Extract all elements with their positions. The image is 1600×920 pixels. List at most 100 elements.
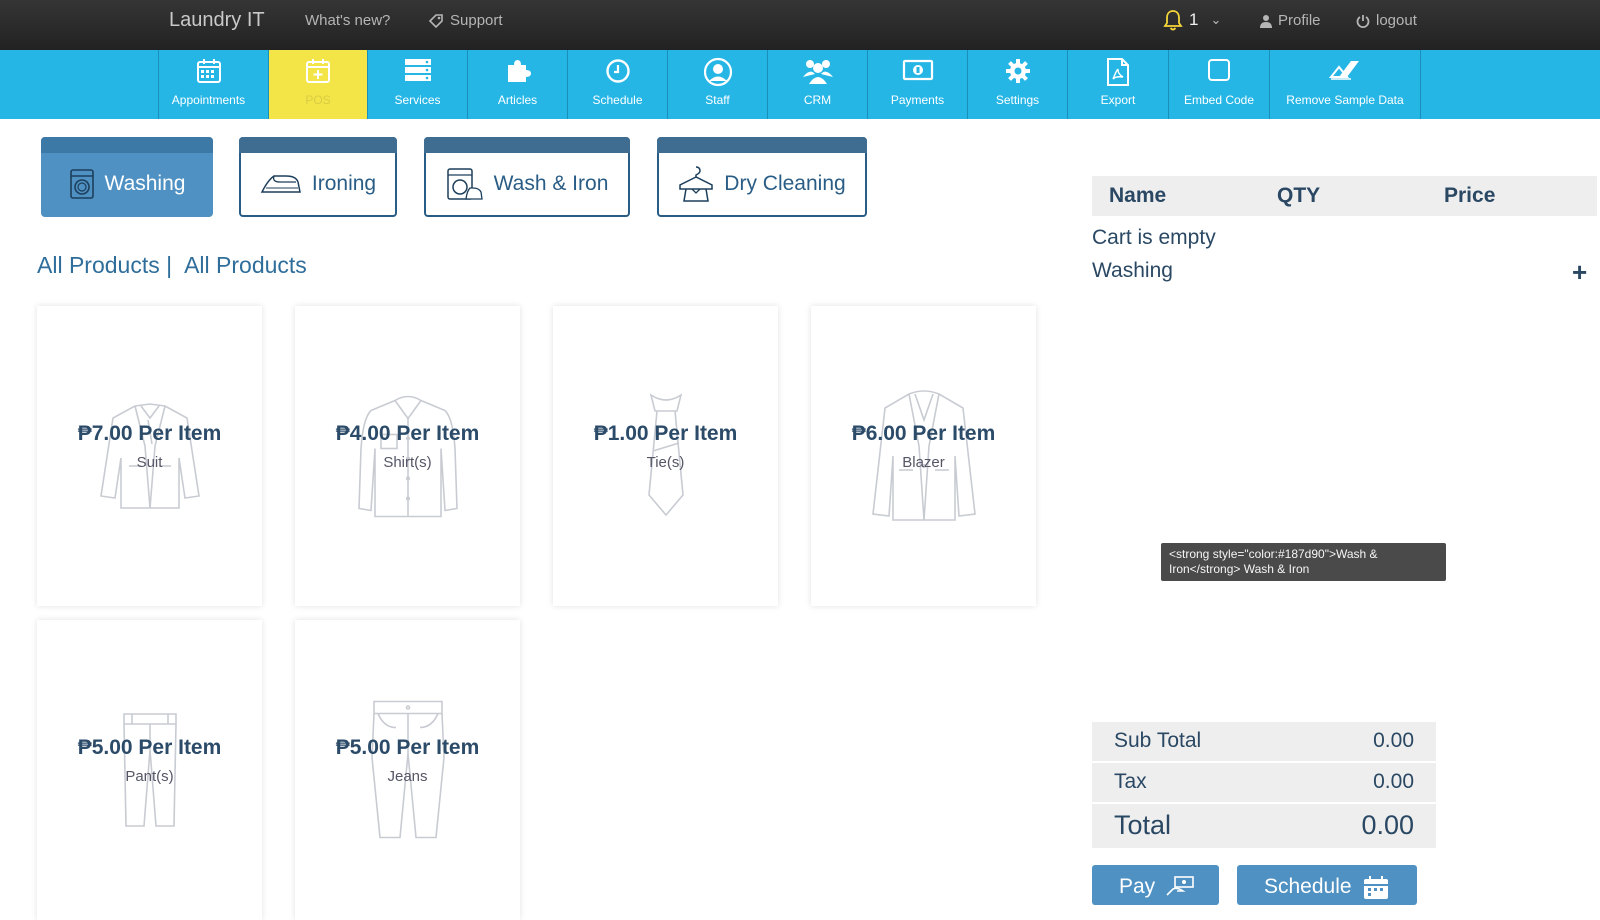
- product-price: ₱1.00 Per Item: [593, 422, 738, 445]
- breadcrumb-current[interactable]: All Products: [184, 252, 307, 279]
- product-name: Jeans: [387, 768, 428, 785]
- category-tab-dry-cleaning[interactable]: Dry Cleaning: [657, 137, 867, 217]
- square-icon: [1208, 59, 1230, 81]
- tooltip: <strong style="color:#187d90">Wash & Iro…: [1161, 543, 1446, 581]
- profile-link[interactable]: Profile: [1260, 12, 1321, 29]
- iron-icon: [260, 175, 301, 193]
- whats-new-label: What's new?: [305, 12, 391, 29]
- category-label: Dry Cleaning: [724, 172, 846, 195]
- dry-cleaning-icon: [679, 166, 714, 202]
- logout-link[interactable]: logout: [1356, 12, 1417, 29]
- cart-col-price: Price: [1444, 184, 1496, 207]
- product-price: ₱6.00 Per Item: [851, 422, 996, 445]
- cart-header: Name QTY Price: [1092, 176, 1597, 216]
- product-name: Pant(s): [125, 768, 174, 785]
- cart-empty-text: Cart is empty: [1092, 226, 1216, 249]
- pdf-icon: [1107, 58, 1129, 86]
- breadcrumb: All Products | All Products: [37, 252, 307, 279]
- category-tab-wash-iron[interactable]: Wash & Iron: [424, 137, 630, 217]
- nav-payments[interactable]: Payments: [867, 50, 967, 119]
- add-item-button[interactable]: +: [1572, 257, 1587, 288]
- cart-col-qty: QTY: [1277, 184, 1321, 207]
- support-link[interactable]: Support: [428, 12, 503, 29]
- nav-label: Staff: [705, 93, 730, 107]
- puzzle-icon: [507, 60, 531, 82]
- nav-label: Payments: [890, 93, 945, 107]
- nav-pos[interactable]: POS: [268, 50, 367, 119]
- nav-label: Export: [1100, 93, 1136, 107]
- users-icon: [802, 60, 833, 84]
- clock-icon: [605, 59, 630, 83]
- tax-label: Tax: [1114, 770, 1147, 793]
- top-bar: Laundry IT What's new? Support 1 ⌄ Profi…: [0, 0, 1600, 50]
- product-card-jeans[interactable]: ₱5.00 Per Item Jeans: [295, 620, 520, 920]
- chevron-down-icon: ⌄: [1210, 12, 1222, 27]
- nav-staff[interactable]: Staff: [667, 50, 767, 119]
- product-card-shirt[interactable]: ₱4.00 Per Item Shirt(s): [295, 306, 520, 606]
- user-circle-icon: [703, 57, 732, 87]
- pay-label: Pay: [1119, 875, 1156, 898]
- calendar-icon: [1363, 876, 1388, 899]
- nav-label: CRM: [803, 93, 832, 107]
- calendar-icon: [196, 59, 221, 83]
- pay-button[interactable]: Pay: [1092, 865, 1219, 905]
- list-icon: [404, 59, 431, 81]
- product-price: ₱5.00 Per Item: [77, 736, 222, 759]
- logout-label: logout: [1376, 12, 1417, 29]
- subtotal-value: 0.00: [1373, 729, 1414, 752]
- nav-schedule[interactable]: Schedule: [567, 50, 667, 119]
- nav-embed-code[interactable]: Embed Code: [1168, 50, 1269, 119]
- profile-label: Profile: [1278, 12, 1321, 29]
- nav-label: Schedule: [592, 93, 643, 107]
- nav-label: POS: [305, 93, 331, 107]
- washing-machine-icon: [69, 169, 94, 199]
- notification-count: 1: [1189, 10, 1199, 29]
- tax-row: Tax 0.00: [1092, 763, 1436, 802]
- power-icon: [1356, 14, 1370, 28]
- product-name: Shirt(s): [383, 454, 432, 471]
- nav-label: Appointments: [171, 93, 246, 107]
- money-icon: [902, 59, 933, 81]
- product-name: Tie(s): [646, 454, 685, 471]
- tax-value: 0.00: [1373, 770, 1414, 793]
- breadcrumb-all-products[interactable]: All Products |: [37, 252, 172, 279]
- nav-label: Services: [394, 93, 441, 107]
- schedule-button[interactable]: Schedule: [1237, 865, 1417, 905]
- product-card-pants[interactable]: ₱5.00 Per Item Pant(s): [37, 620, 262, 920]
- product-price: ₱4.00 Per Item: [335, 422, 480, 445]
- nav-export[interactable]: Export: [1067, 50, 1168, 119]
- wash-iron-icon: [446, 168, 483, 200]
- category-label: Wash & Iron: [493, 172, 609, 195]
- notifications-dropdown[interactable]: 1 ⌄: [1163, 9, 1221, 31]
- total-row: Total 0.00: [1092, 804, 1436, 848]
- schedule-label: Schedule: [1264, 875, 1352, 898]
- nav-crm[interactable]: CRM: [767, 50, 867, 119]
- cash-hand-icon: [1166, 876, 1194, 896]
- nav-appointments[interactable]: Appointments: [158, 50, 258, 119]
- category-label: Ironing: [311, 172, 377, 195]
- nav-settings[interactable]: Settings: [967, 50, 1067, 119]
- product-card-tie[interactable]: ₱1.00 Per Item Tie(s): [553, 306, 778, 606]
- brand-title[interactable]: Laundry IT: [169, 9, 265, 32]
- nav-label: Embed Code: [1183, 93, 1255, 107]
- product-card-blazer[interactable]: ₱6.00 Per Item Blazer: [811, 306, 1036, 606]
- whats-new-link[interactable]: What's new?: [305, 12, 390, 29]
- category-label: Washing: [104, 172, 186, 195]
- nav-divider: [1420, 50, 1421, 119]
- nav-articles[interactable]: Articles: [467, 50, 567, 119]
- nav-remove-sample-data[interactable]: Remove Sample Data: [1269, 50, 1420, 119]
- subtotal-row: Sub Total 0.00: [1092, 722, 1436, 761]
- main-nav: Appointments POS Services Articles Sched…: [0, 50, 1600, 119]
- cart-col-name: Name: [1109, 184, 1167, 207]
- category-tab-ironing[interactable]: Ironing: [239, 137, 397, 217]
- category-tab-washing[interactable]: Washing: [41, 137, 213, 217]
- product-name: Suit: [136, 454, 163, 471]
- support-label: Support: [450, 12, 503, 29]
- nav-services[interactable]: Services: [367, 50, 467, 119]
- product-card-suit[interactable]: ₱7.00 Per Item Suit: [37, 306, 262, 606]
- cart-category-label: Washing: [1092, 259, 1173, 282]
- user-icon: [1260, 14, 1272, 28]
- product-name: Blazer: [902, 454, 945, 471]
- product-price: ₱7.00 Per Item: [77, 422, 222, 445]
- product-price: ₱5.00 Per Item: [335, 736, 480, 759]
